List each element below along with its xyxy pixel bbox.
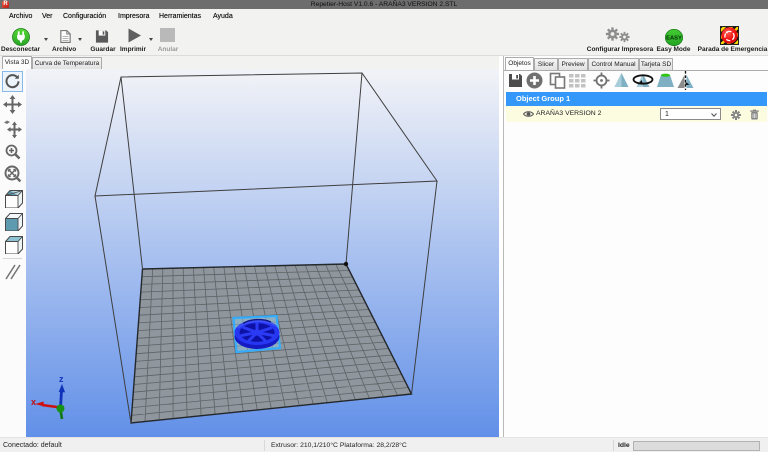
svg-text:EASY: EASY: [666, 36, 682, 42]
svg-text:z: z: [59, 374, 64, 384]
svg-text:x: x: [31, 397, 36, 407]
